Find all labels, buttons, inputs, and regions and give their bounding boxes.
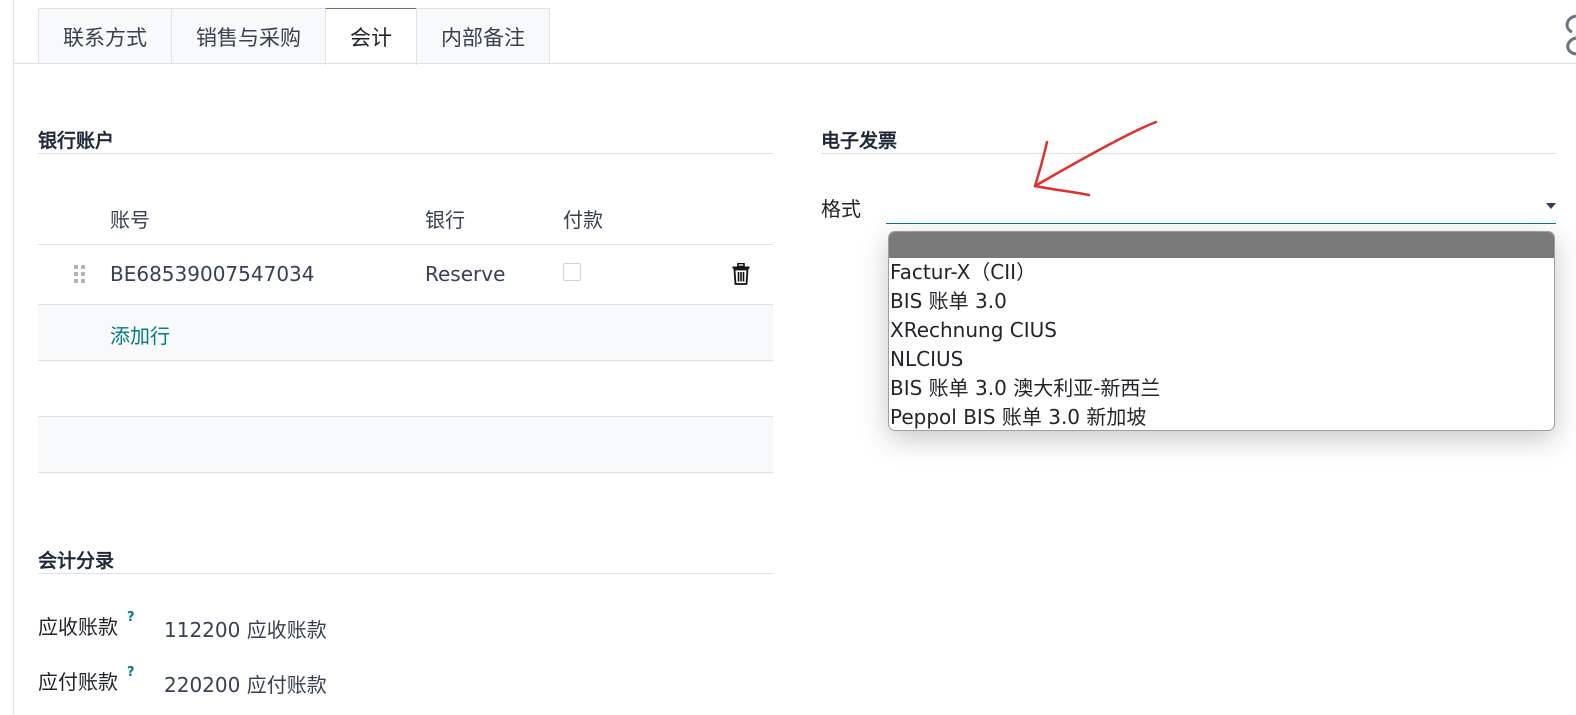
tab-label: 会计 [350, 26, 392, 50]
tab-label: 内部备注 [441, 25, 525, 50]
payable-label: 应付账款 [38, 670, 118, 694]
tab-label: 销售与采购 [196, 25, 301, 50]
format-select[interactable] [886, 186, 1556, 224]
empty-row [38, 417, 773, 472]
payable-value[interactable]: 220200 应付账款 [164, 669, 327, 698]
tab-label: 联系方式 [63, 25, 147, 50]
tab-accounting[interactable]: 会计 [325, 8, 417, 65]
notebook-tabs: 联系方式 销售与采购 会计 内部备注 [38, 8, 550, 65]
arrow-annotation [1033, 120, 1158, 197]
tab-internal-notes[interactable]: 内部备注 [416, 8, 550, 64]
scroll-indicator-icon [1565, 14, 1576, 56]
format-option-facturx[interactable]: Factur-X（CII） [889, 258, 1554, 287]
bank-accounts-title: 银行账户 [38, 130, 115, 152]
tab-contacts[interactable]: 联系方式 [38, 8, 172, 64]
payment-checkbox[interactable] [563, 263, 581, 281]
format-dropdown-list: Factur-X（CII） BIS 账单 3.0 XRechnung CIUS … [888, 231, 1555, 431]
page-left-border [13, 0, 14, 715]
add-line-button[interactable]: 添加行 [110, 320, 170, 349]
column-bank[interactable]: 银行 [425, 204, 465, 233]
payable-help-icon[interactable]: ? [127, 665, 135, 680]
accounting-entries-divider [38, 573, 773, 574]
einvoicing-divider [821, 153, 1556, 154]
format-option-peppol-sg[interactable]: Peppol BIS 账单 3.0 新加坡 [889, 403, 1554, 430]
accounting-entries-title: 会计分录 [38, 550, 115, 572]
tab-sales-purchase[interactable]: 销售与采购 [171, 8, 326, 64]
drag-handle-icon[interactable] [73, 264, 87, 284]
account-number-cell[interactable]: BE68539007547034 [110, 262, 315, 286]
einvoicing-title: 电子发票 [821, 130, 898, 152]
trash-icon[interactable] [732, 263, 750, 285]
format-option-bis3[interactable]: BIS 账单 3.0 [889, 287, 1554, 316]
tabs-divider [14, 63, 1576, 64]
format-option-nlcius[interactable]: NLCIUS [889, 345, 1554, 374]
row-divider [38, 360, 773, 361]
column-account-number[interactable]: 账号 [110, 204, 150, 233]
format-option-xrechnung[interactable]: XRechnung CIUS [889, 316, 1554, 345]
format-label: 格式 [821, 197, 861, 221]
receivable-value[interactable]: 112200 应收账款 [164, 614, 327, 643]
format-option-empty[interactable] [889, 232, 1554, 258]
table-header-divider [38, 244, 773, 245]
format-option-bis3-anz[interactable]: BIS 账单 3.0 澳大利亚-新西兰 [889, 374, 1554, 403]
column-payment[interactable]: 付款 [563, 204, 603, 233]
row-divider [38, 472, 773, 473]
bank-accounts-divider [38, 153, 773, 154]
receivable-label: 应收账款 [38, 615, 118, 639]
receivable-help-icon[interactable]: ? [127, 610, 135, 625]
bank-cell[interactable]: Reserve [425, 262, 505, 286]
caret-down-icon[interactable] [1546, 203, 1556, 209]
